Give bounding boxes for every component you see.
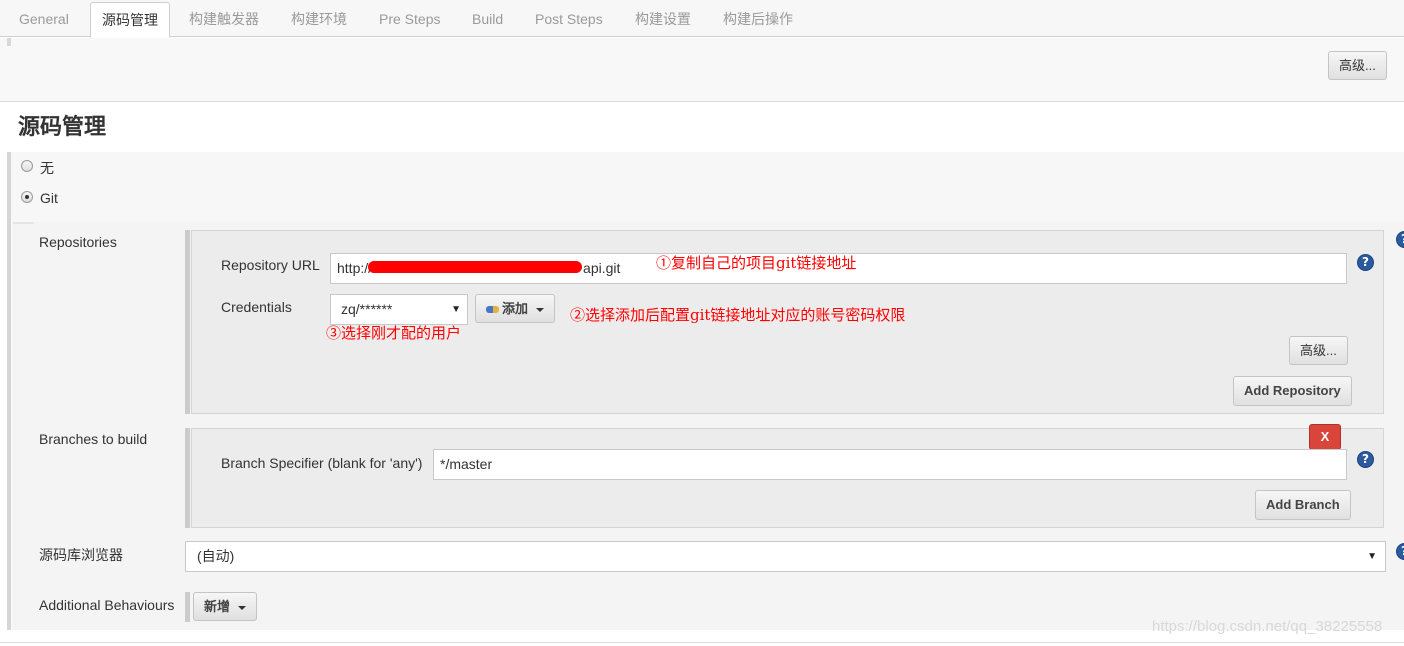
git-divider — [13, 222, 34, 224]
branches-panel-bar — [185, 428, 190, 528]
additional-behaviours-label: Additional Behaviours — [39, 597, 175, 613]
add-credentials-label: 添加 — [502, 301, 529, 316]
config-tabbar: General 源码管理 构建触发器 构建环境 Pre Steps Build … — [0, 0, 1404, 38]
tab-scm[interactable]: 源码管理 — [90, 2, 170, 38]
tab-build-triggers[interactable]: 构建触发器 — [178, 0, 270, 37]
repositories-label: Repositories — [39, 234, 117, 250]
general-advanced-button[interactable]: 高级... — [1328, 51, 1387, 80]
watermark: https://blog.csdn.net/qq_38225558 — [1152, 618, 1383, 635]
branch-specifier-input[interactable]: */master — [433, 449, 1347, 480]
repo-browser-select[interactable]: (自动) ▼ — [185, 541, 1386, 572]
scm-git-radio[interactable] — [21, 191, 33, 203]
redaction-mark — [368, 261, 582, 273]
delete-branch-button[interactable]: X — [1309, 424, 1341, 450]
chevron-down-icon: ▼ — [1367, 551, 1377, 562]
behaviours-panel-bar — [185, 592, 190, 622]
add-credentials-button[interactable]: 添加 — [475, 294, 556, 323]
tab-post-steps[interactable]: Post Steps — [524, 0, 614, 37]
help-icon[interactable]: ? — [1357, 451, 1374, 468]
section-indicator-bar — [7, 38, 11, 46]
page-title: 源码管理 — [18, 114, 107, 139]
tab-build-settings[interactable]: 构建设置 — [624, 0, 702, 37]
repo-browser-label: 源码库浏览器 — [39, 547, 123, 563]
section-indicator-bar — [7, 152, 11, 630]
branches-label: Branches to build — [39, 431, 148, 447]
repository-advanced-button[interactable]: 高级... — [1289, 336, 1348, 365]
add-behaviour-label: 新增 — [204, 599, 231, 614]
tab-build[interactable]: Build — [461, 0, 514, 37]
divider — [0, 642, 1404, 643]
tab-pre-steps[interactable]: Pre Steps — [368, 0, 451, 37]
caret-down-icon — [536, 307, 545, 312]
caret-down-icon — [238, 605, 247, 610]
repo-browser-value: (自动) — [197, 548, 235, 564]
chevron-down-icon: ▼ — [451, 304, 461, 315]
repository-url-suffix: api.git — [583, 260, 621, 276]
credentials-label: Credentials — [221, 299, 292, 315]
add-repository-button[interactable]: Add Repository — [1233, 376, 1352, 406]
annotation-copy-git-url: ①复制自己的项目git链接地址 — [656, 254, 857, 272]
tab-general[interactable]: General — [8, 0, 80, 37]
scm-none-radio[interactable] — [21, 160, 33, 172]
scm-none-label: 无 — [40, 160, 54, 176]
help-icon[interactable]: ? — [1357, 254, 1374, 271]
annotation-select-user: ③选择刚才配的用户 — [326, 324, 462, 342]
credentials-value: zq/****** — [341, 301, 393, 317]
tab-post-build-actions[interactable]: 构建后操作 — [712, 0, 804, 37]
key-icon — [486, 306, 499, 314]
credentials-select[interactable]: zq/****** ▼ — [330, 294, 468, 325]
scm-git-label: Git — [40, 190, 58, 206]
repositories-panel-bar — [185, 230, 190, 414]
branch-specifier-label: Branch Specifier (blank for 'any') — [221, 455, 423, 471]
repository-url-label: Repository URL — [221, 257, 320, 273]
annotation-add-credentials: ②选择添加后配置git链接地址对应的账号密码权限 — [570, 306, 906, 324]
general-section-tail: 高级... — [0, 38, 1404, 102]
repository-url-prefix: http:// — [337, 260, 373, 276]
add-branch-button[interactable]: Add Branch — [1255, 490, 1351, 520]
add-behaviour-button[interactable]: 新增 — [193, 592, 258, 621]
tab-build-environment[interactable]: 构建环境 — [280, 0, 358, 37]
